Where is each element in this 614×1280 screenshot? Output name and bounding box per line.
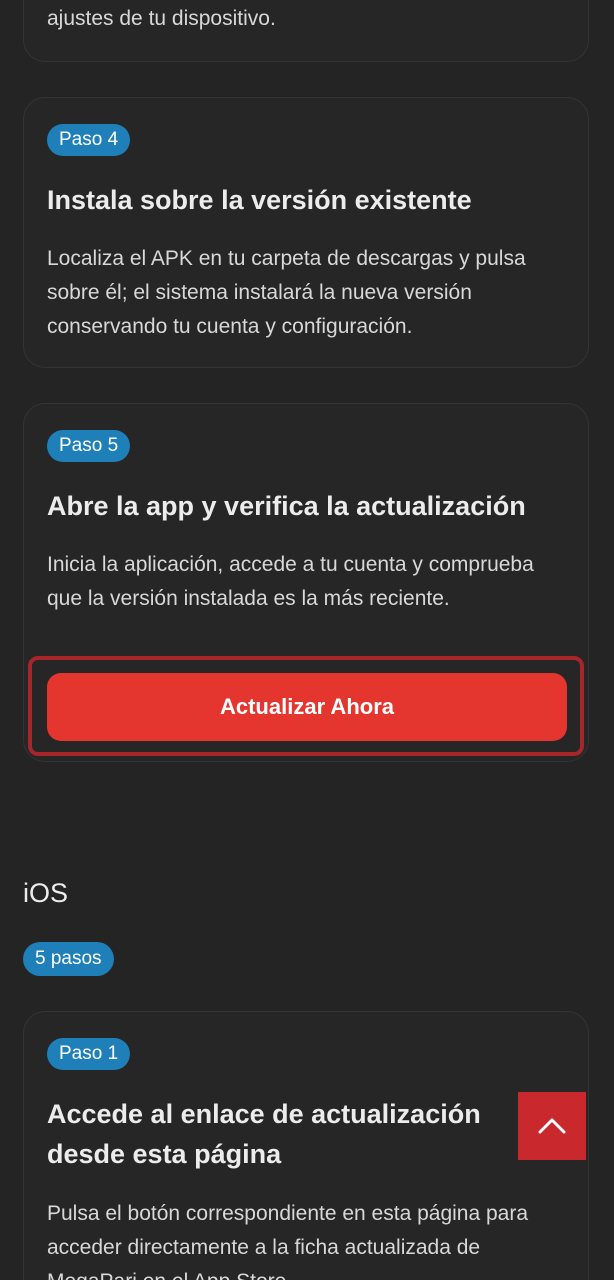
steps-count-badge: 5 pasos xyxy=(23,942,114,976)
step-description: Localiza el APK en tu carpeta de descarg… xyxy=(47,247,526,338)
step-badge: Paso 1 xyxy=(47,1038,131,1070)
step-card-4: Paso 4 Instala sobre la versión existent… xyxy=(23,97,589,368)
step-description: Pulsa el botón correspondiente en esta p… xyxy=(47,1202,529,1280)
page: ajustes de tu dispositivo. Paso 4 Instal… xyxy=(0,0,614,1280)
ios-step-card-1: Paso 1 Accede al enlace de actualización… xyxy=(23,1011,589,1280)
step-title: Instala sobre la versión existente xyxy=(47,185,472,215)
step-title: Accede al enlace de actualización desde … xyxy=(47,1099,481,1169)
update-now-button[interactable]: Actualizar Ahora xyxy=(47,673,567,741)
section-heading-ios: iOS xyxy=(23,878,69,908)
step-card-3: ajustes de tu dispositivo. xyxy=(23,0,589,62)
step-description: Inicia la aplicación, accede a tu cuenta… xyxy=(47,553,534,610)
scroll-to-top-button[interactable] xyxy=(518,1092,586,1160)
step-badge: Paso 4 xyxy=(47,124,131,156)
step-title: Abre la app y verifica la actualización xyxy=(47,491,526,521)
chevron-up-icon xyxy=(538,1118,566,1134)
step-description: ajustes de tu dispositivo. xyxy=(47,7,276,30)
step-badge: Paso 5 xyxy=(47,430,131,462)
